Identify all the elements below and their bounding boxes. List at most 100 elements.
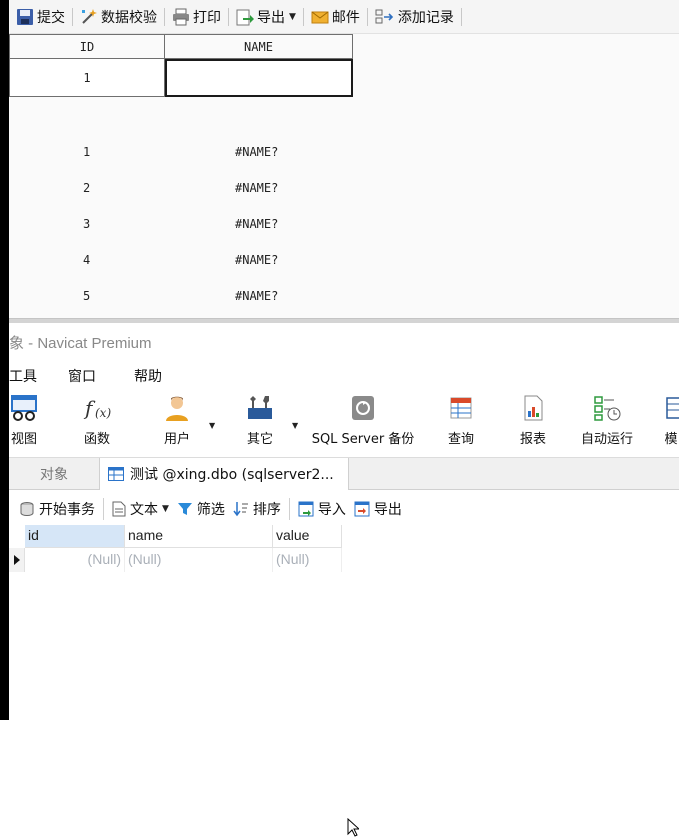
- report-icon: [524, 395, 543, 421]
- filter-button[interactable]: 筛选: [173, 496, 229, 522]
- printer-icon: [173, 8, 189, 25]
- table-row: 3 #NAME?: [9, 206, 679, 242]
- print-button[interactable]: 打印: [167, 4, 226, 30]
- report-designer-window: 提交 数据校验 打印 导出 ▼ 邮件 添加记录 ID NAME 1 1 #NAM…: [9, 0, 679, 318]
- submit-label: 提交: [37, 9, 65, 26]
- navicat-window: 象 - Navicat Premium 工具 窗口 帮助 视图 f (x) 函数 …: [9, 323, 679, 837]
- preview-id: 3: [83, 217, 91, 231]
- table-toolbar: 开始事务 文本 ▼ 筛选 排序 导入 导出: [9, 493, 679, 525]
- print-label: 打印: [193, 9, 221, 26]
- column-header-name[interactable]: name: [125, 525, 273, 548]
- export-label: 导出: [373, 502, 402, 518]
- ribbon-query-button[interactable]: 查询: [443, 391, 479, 455]
- ribbon-automation-label: 自动运行: [580, 432, 633, 447]
- ribbon-sqlserver-backup-label: SQL Server 备份: [311, 432, 415, 447]
- designer-grid-header-id[interactable]: ID: [9, 34, 165, 59]
- ribbon-user-button[interactable]: 用户: [157, 391, 197, 455]
- toolbar-separator: [288, 498, 290, 520]
- column-header-value[interactable]: value: [273, 525, 342, 548]
- automation-icon: [594, 396, 621, 421]
- tab-table-test[interactable]: 测试 @xing.dbo (sqlserver2...: [99, 458, 349, 490]
- toolbar-separator: [228, 7, 229, 26]
- ribbon-other-label: 其它: [246, 432, 273, 447]
- table-row: 1 #NAME?: [9, 134, 679, 170]
- designer-grid-header-row: ID NAME: [9, 34, 353, 59]
- model-icon: [666, 397, 679, 419]
- cell-value[interactable]: (Null): [273, 548, 342, 572]
- document-icon: [112, 501, 126, 517]
- begin-transaction-button[interactable]: 开始事务: [15, 496, 99, 522]
- ribbon-user-label: 用户: [163, 432, 190, 447]
- validate-button[interactable]: 数据校验: [75, 4, 162, 30]
- preview-name: #NAME?: [235, 181, 279, 195]
- ribbon-other-button[interactable]: 其它: [242, 391, 278, 455]
- ribbon-report-label: 报表: [519, 432, 546, 447]
- data-grid-header: id name value: [25, 525, 342, 548]
- menu-bar: 工具 窗口 帮助: [9, 361, 679, 389]
- ribbon-function-label: 函数: [83, 432, 110, 447]
- designer-grid-cell-name-selected[interactable]: [164, 58, 353, 97]
- mail-button[interactable]: 邮件: [306, 4, 365, 30]
- preview-name: #NAME?: [235, 253, 279, 267]
- ribbon-automation-button[interactable]: 自动运行: [575, 391, 639, 455]
- ribbon-sqlserver-backup-button[interactable]: SQL Server 备份: [305, 391, 421, 455]
- designer-grid-cell-id[interactable]: 1: [9, 58, 165, 97]
- ribbon-view-label: 视图: [10, 432, 37, 447]
- begin-transaction-label: 开始事务: [39, 502, 95, 518]
- preview-id: 5: [83, 289, 91, 303]
- chevron-down-icon[interactable]: ▼: [209, 421, 215, 430]
- export-label: 导出: [257, 9, 285, 26]
- tools-icon: [248, 396, 272, 419]
- magic-wand-icon: [82, 8, 97, 24]
- mouse-pointer-icon: [347, 818, 359, 837]
- designer-toolbar: 提交 数据校验 打印 导出 ▼ 邮件 添加记录: [9, 0, 679, 34]
- table-row: 4 #NAME?: [9, 242, 679, 278]
- preview-id: 4: [83, 253, 91, 267]
- ribbon-function-button[interactable]: f (x) 函数: [77, 391, 117, 455]
- function-icon: f (x): [83, 396, 111, 420]
- tab-objects[interactable]: 对象: [9, 458, 99, 490]
- designer-grid-header-name[interactable]: NAME: [164, 34, 353, 59]
- svg-text:(x): (x): [95, 406, 111, 420]
- ribbon-toolbar: 视图 f (x) 函数 用户 ▼ 其它 ▼ SQL Server 备份 查询 报表: [9, 391, 679, 455]
- ribbon-view-button[interactable]: 视图: [6, 391, 42, 455]
- filter-icon: [177, 503, 192, 515]
- ribbon-report-button[interactable]: 报表: [515, 391, 551, 455]
- current-row-indicator-icon: [9, 548, 25, 572]
- sort-icon: [233, 502, 248, 517]
- cell-name[interactable]: (Null): [125, 548, 273, 572]
- toolbar-separator: [366, 7, 368, 26]
- table-row: 5 #NAME?: [9, 278, 679, 314]
- chevron-down-icon[interactable]: ▼: [292, 421, 298, 430]
- column-header-id[interactable]: id: [25, 525, 125, 548]
- text-dropdown-button[interactable]: 文本 ▼: [108, 496, 173, 522]
- tab-table-test-label: 测试 @xing.dbo (sqlserver2...: [130, 467, 334, 483]
- preview-name: #NAME?: [235, 289, 279, 303]
- menu-item-tools[interactable]: 工具: [9, 361, 68, 389]
- toolbar-separator: [164, 7, 165, 26]
- export-icon: [354, 501, 370, 517]
- validate-label: 数据校验: [101, 9, 157, 26]
- sort-button[interactable]: 排序: [229, 496, 285, 522]
- submit-button[interactable]: 提交: [11, 4, 70, 30]
- add-record-label: 添加记录: [397, 9, 454, 26]
- preview-name: #NAME?: [235, 217, 279, 231]
- add-record-button[interactable]: 添加记录: [370, 4, 459, 30]
- menu-item-help[interactable]: 帮助: [134, 361, 194, 389]
- user-icon: [166, 396, 188, 421]
- window-title: 象 - Navicat Premium: [9, 323, 679, 361]
- transaction-icon: [20, 502, 34, 517]
- text-label: 文本: [130, 502, 158, 518]
- export-dropdown-button[interactable]: 导出 ▼: [231, 4, 301, 30]
- menu-item-window[interactable]: 窗口: [68, 361, 134, 389]
- chevron-down-icon: ▼: [162, 504, 169, 514]
- import-button[interactable]: 导入: [294, 496, 350, 522]
- envelope-icon: [311, 11, 329, 23]
- ribbon-model-button[interactable]: 模: [661, 391, 679, 455]
- view-icon: [11, 395, 37, 421]
- cell-id[interactable]: (Null): [25, 548, 125, 572]
- tab-bar: 对象 测试 @xing.dbo (sqlserver2...: [9, 457, 679, 490]
- export-button[interactable]: 导出: [350, 496, 406, 522]
- toolbar-separator: [302, 7, 304, 26]
- table-row[interactable]: (Null) (Null) (Null): [9, 548, 342, 572]
